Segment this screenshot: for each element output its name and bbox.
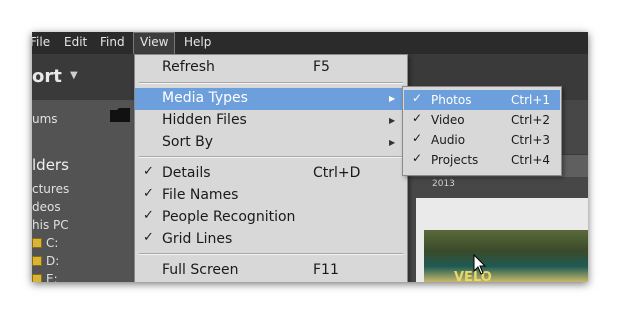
shortcut-label: F5 [313,59,330,75]
albums-header[interactable]: ums [32,112,58,126]
checkmark-icon: ✓ [412,131,423,145]
shortcut-label: Ctrl+2 [511,113,551,127]
drive-icon [32,274,42,282]
menu-item-label: Sort By [162,134,214,150]
submenu-item-photos[interactable]: ✓ Photos Ctrl+1 [404,90,560,110]
menu-separator [139,82,403,84]
shortcut-label: F11 [313,262,339,278]
menu-item-label: Grid Lines [162,231,233,247]
tree-item[interactable]: deos [32,200,61,214]
checkmark-icon: ✓ [143,208,154,223]
submenu-arrow-icon: ▶ [389,138,396,147]
tree-item-label: C: [46,236,59,250]
menu-item-people-recognition[interactable]: ✓ People Recognition [135,207,407,229]
submenu-item-label: Photos [431,93,472,107]
menu-item-label: Hidden Files [162,112,247,128]
media-types-submenu: ✓ Photos Ctrl+1 ✓ Video Ctrl+2 ✓ Audio C… [402,86,562,176]
submenu-item-video[interactable]: ✓ Video Ctrl+2 [404,110,560,130]
shortcut-label: Ctrl+D [313,165,361,181]
drive-icon [32,256,42,266]
menu-bar: File Edit Find View Help [32,32,588,54]
menu-item-label: Media Types [162,90,248,106]
tree-item[interactable]: his PC [32,218,69,232]
shortcut-label: Ctrl+4 [511,153,551,167]
checkmark-icon: ✓ [143,164,154,179]
checkmark-icon: ✓ [412,151,423,165]
menu-separator [139,253,403,255]
submenu-item-label: Video [431,113,465,127]
shortcut-label: Ctrl+1 [511,93,551,107]
tree-item-drive[interactable]: C: [32,236,58,250]
checkmark-icon: ✓ [143,230,154,245]
menu-item-file-names[interactable]: ✓ File Names [135,185,407,207]
photo-thumbnail[interactable] [424,230,588,282]
submenu-item-projects[interactable]: ✓ Projects Ctrl+4 [404,150,560,170]
tree-item-drive[interactable]: E: [32,272,58,282]
folder-icon[interactable] [110,108,130,122]
menu-item-hidden-files[interactable]: Hidden Files ▶ [135,110,407,132]
menu-item-details[interactable]: ✓ Details Ctrl+D [135,163,407,185]
checkmark-icon: ✓ [412,111,423,125]
checkmark-icon: ✓ [143,186,154,201]
tree-item[interactable]: ctures [32,182,69,196]
menu-find[interactable]: Find [94,32,131,54]
view-menu: Refresh F5 Media Types ▶ Hidden Files ▶ … [134,54,408,282]
mouse-cursor-icon [473,254,487,275]
app-window: File Edit Find View Help ort ▼ ums lders… [32,32,588,282]
tree-item-drive[interactable]: D: [32,254,59,268]
menu-file[interactable]: File [32,32,56,54]
submenu-item-label: Projects [431,153,479,167]
menu-item-label: Refresh [162,59,215,75]
tree-item-label: D: [46,254,60,268]
menu-separator [139,156,403,158]
menu-item-media-types[interactable]: Media Types ▶ [135,88,407,110]
tree-item-label: E: [46,272,58,282]
submenu-item-audio[interactable]: ✓ Audio Ctrl+3 [404,130,560,150]
menu-item-sort-by[interactable]: Sort By ▶ [135,132,407,154]
menu-item-grid-lines[interactable]: ✓ Grid Lines [135,229,407,251]
timeline-year: 2013 [432,179,455,189]
sort-dropdown-label[interactable]: ort [32,66,62,87]
shortcut-label: Ctrl+3 [511,133,551,147]
submenu-arrow-icon: ▶ [389,116,396,125]
folders-heading: lders [32,156,69,174]
submenu-arrow-icon: ▶ [389,94,396,103]
menu-help[interactable]: Help [178,32,217,54]
chevron-down-icon[interactable]: ▼ [70,70,78,81]
menu-view[interactable]: View [133,32,176,54]
submenu-item-label: Audio [431,133,466,147]
menu-item-refresh[interactable]: Refresh F5 [135,57,407,79]
menu-item-full-screen[interactable]: Full Screen F11 [135,260,407,282]
left-panel: ums lders ctures deos his PC C: D: E: [32,100,134,282]
menu-item-label: People Recognition [162,209,296,225]
drive-icon [32,238,42,248]
menu-item-label: File Names [162,187,239,203]
menu-edit[interactable]: Edit [58,32,93,54]
menu-item-label: Full Screen [162,262,239,278]
menu-item-label: Details [162,165,211,181]
checkmark-icon: ✓ [412,91,423,105]
